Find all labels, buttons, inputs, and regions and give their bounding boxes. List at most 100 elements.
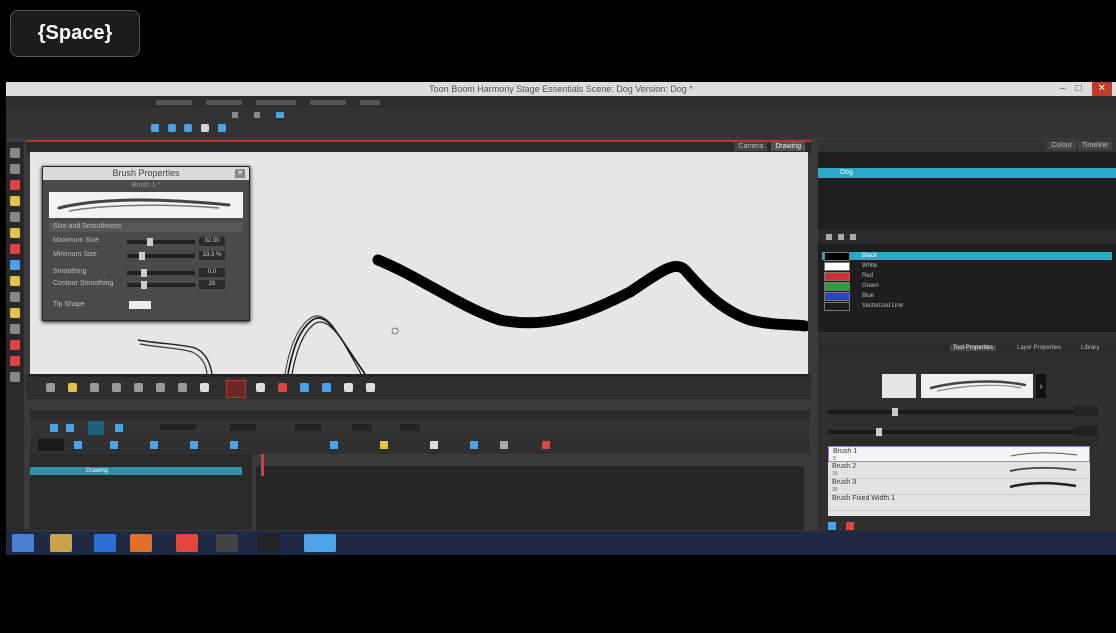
slider-knob[interactable] — [141, 269, 147, 277]
colour-swatch-row[interactable]: Red — [822, 272, 1112, 281]
fps-field[interactable] — [352, 424, 372, 431]
close-icon[interactable]: ✕ — [235, 169, 245, 178]
select-tool-icon[interactable] — [10, 148, 20, 158]
pencil-tool-icon[interactable] — [10, 196, 20, 206]
tab-tool-properties[interactable]: Tool Properties — [950, 345, 997, 351]
close-button[interactable]: ✕ — [1091, 82, 1112, 96]
tool-icon[interactable] — [201, 124, 209, 132]
chevron-right-icon[interactable]: › — [1036, 374, 1046, 398]
tool-icon[interactable] — [46, 383, 55, 392]
tab-library[interactable]: Library — [1078, 345, 1102, 351]
brush-delete-icon[interactable] — [846, 522, 854, 530]
tool-icon[interactable] — [115, 424, 123, 432]
onion-skin-icon[interactable] — [88, 421, 104, 435]
reposition-tool-icon[interactable] — [10, 308, 20, 318]
contour-smoothing-field[interactable]: 26 — [199, 280, 225, 289]
tool-icon[interactable] — [110, 441, 118, 449]
tool-icon[interactable] — [500, 441, 508, 449]
brush-tool-selected-icon[interactable] — [226, 380, 246, 398]
playhead[interactable] — [261, 454, 264, 476]
harmony-icon[interactable] — [304, 534, 336, 552]
tool-icon[interactable] — [230, 441, 238, 449]
colour-swatch-row[interactable]: Vectorized Line — [822, 302, 1112, 311]
slider-knob[interactable] — [139, 252, 145, 260]
vlc-icon[interactable] — [130, 534, 152, 552]
tab-colour[interactable]: Colour — [1047, 141, 1076, 150]
start-icon[interactable] — [12, 534, 34, 552]
brush-tool-icon[interactable] — [10, 180, 20, 190]
tab-timeline[interactable]: Timeline — [1077, 141, 1112, 150]
colour-swatch-row[interactable]: Green — [822, 282, 1112, 291]
tool-icon[interactable] — [300, 383, 309, 392]
menu-item[interactable] — [256, 100, 296, 105]
file-explorer-icon[interactable] — [50, 534, 72, 552]
capture-icon[interactable] — [216, 534, 238, 552]
tool-icon[interactable] — [38, 439, 64, 451]
tool-icon[interactable] — [184, 124, 192, 132]
colour-swatch-row[interactable]: White — [822, 262, 1112, 271]
tool-icon[interactable] — [178, 383, 187, 392]
frame-ruler[interactable] — [256, 454, 804, 466]
smoothing-slider[interactable] — [828, 426, 1098, 436]
smoothing-field[interactable]: 0.0 — [199, 268, 225, 277]
tab-layer-properties[interactable]: Layer Properties — [1014, 345, 1064, 351]
loop-icon[interactable] — [66, 424, 74, 432]
tool-icon[interactable] — [366, 383, 375, 392]
obs-icon[interactable] — [258, 534, 280, 552]
zoom-tool-icon[interactable] — [10, 292, 20, 302]
minimize-button[interactable]: – — [1060, 82, 1066, 96]
tool-icon[interactable] — [150, 441, 158, 449]
hand-tool-icon[interactable] — [10, 340, 20, 350]
tool-icon[interactable] — [256, 383, 265, 392]
slider-knob[interactable] — [141, 281, 147, 289]
brush-item[interactable]: Brush 3 30 — [828, 478, 1090, 495]
tool-icon[interactable] — [68, 383, 77, 392]
menu-item[interactable] — [206, 100, 242, 105]
tool-icon[interactable] — [470, 441, 478, 449]
paint-tool-icon[interactable] — [10, 244, 20, 254]
colour-swatch-row[interactable]: Blue — [822, 292, 1112, 301]
tool-icon[interactable] — [278, 383, 287, 392]
palette-item[interactable]: Dog — [818, 168, 1116, 178]
play-icon[interactable] — [50, 424, 58, 432]
menu-item[interactable] — [360, 100, 380, 105]
brush-add-icon[interactable] — [828, 522, 836, 530]
brush-item[interactable]: Brush 2 16 — [828, 462, 1090, 479]
layer-row[interactable] — [30, 467, 242, 475]
slider-knob[interactable] — [147, 238, 153, 246]
eraser-tool-icon[interactable] — [10, 228, 20, 238]
tool-icon[interactable] — [90, 383, 99, 392]
menu-item[interactable] — [156, 100, 192, 105]
tool-icon[interactable] — [74, 441, 82, 449]
slider-knob[interactable] — [892, 408, 898, 416]
stop-field[interactable] — [295, 424, 321, 431]
brush-item[interactable]: Brush Fixed Width 1 — [828, 494, 1090, 511]
morph-tool-icon[interactable] — [10, 324, 20, 334]
tool-icon[interactable] — [218, 124, 226, 132]
tool-icon[interactable] — [322, 383, 331, 392]
contour-smoothing-slider[interactable] — [127, 281, 195, 289]
brush-item[interactable]: Brush 1 8 — [828, 446, 1090, 462]
tool-icon[interactable] — [200, 383, 209, 392]
colour-swatch-row[interactable]: Black — [822, 252, 1112, 261]
tool-icon[interactable] — [151, 124, 159, 132]
add-colour-icon[interactable] — [826, 234, 832, 240]
tool-icon[interactable] — [134, 383, 143, 392]
tool-icon[interactable] — [430, 441, 438, 449]
tool-icon[interactable] — [542, 441, 550, 449]
max-size-slider[interactable] — [828, 406, 1098, 416]
brush-tip-preview[interactable] — [882, 374, 916, 398]
slider-knob[interactable] — [876, 428, 882, 436]
layer-name[interactable]: Drawing — [86, 467, 108, 475]
start-field[interactable] — [230, 424, 256, 431]
text-tool-icon[interactable] — [10, 212, 20, 222]
max-size-slider[interactable] — [127, 238, 195, 246]
smoothing-slider[interactable] — [127, 269, 195, 277]
rotate-tool-icon[interactable] — [10, 356, 20, 366]
tool-icon[interactable] — [254, 112, 260, 118]
tool-icon[interactable] — [112, 383, 121, 392]
min-size-slider[interactable] — [127, 252, 195, 260]
tab-camera[interactable]: Camera — [734, 142, 768, 151]
maximize-button[interactable]: □ — [1076, 82, 1082, 96]
edit-colour-icon[interactable] — [850, 234, 856, 240]
